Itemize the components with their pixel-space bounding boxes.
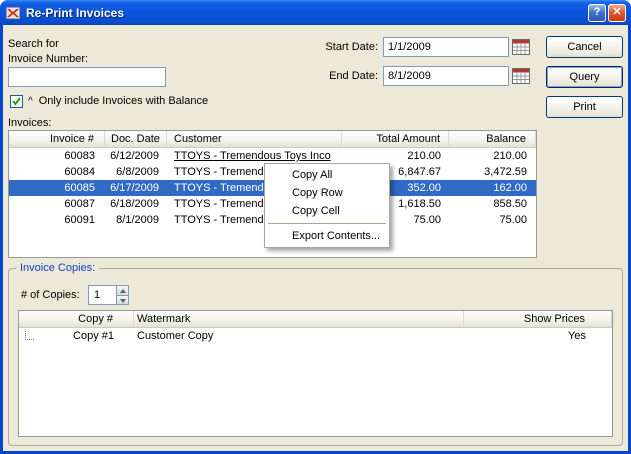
search-for-label: Search for [8,38,59,50]
cell-balance: 210.00 [449,148,536,164]
invoice-copies-group-label: Invoice Copies: [16,262,99,274]
col-copy-number[interactable]: Copy # [19,311,134,327]
start-date-calendar-icon[interactable] [512,39,530,55]
app-icon [5,5,21,21]
menu-item-export-contents[interactable]: Export Contents... [266,227,388,245]
invoice-copies-table: Copy # Watermark Show Prices Copy #1 Cus… [18,310,613,437]
cell-invoice: 60083 [9,148,105,164]
cell-date: 6/8/2009 [105,164,167,180]
window-title: Re-Print Invoices [26,6,586,20]
spin-down-icon[interactable] [116,296,129,306]
col-show-prices[interactable]: Show Prices [464,311,612,327]
cancel-button[interactable]: Cancel [546,36,623,58]
col-invoice-number[interactable]: Invoice # [9,131,105,147]
cell-balance: 858.50 [449,196,536,212]
cell-show-prices: Yes [464,328,612,344]
menu-item-copy-all[interactable]: Copy All [266,166,388,184]
invoice-number-label: Invoice Number: [8,53,88,65]
caret-mark: ^ [28,96,33,107]
cell-balance: 3,472.59 [449,164,536,180]
spin-up-icon[interactable] [116,285,129,296]
end-date-input[interactable] [383,66,509,86]
menu-item-copy-cell[interactable]: Copy Cell [266,202,388,220]
menu-item-copy-row[interactable]: Copy Row [266,184,388,202]
invoice-row[interactable]: 60083 6/12/2009 TTOYS - Tremendous Toys … [9,148,536,164]
cell-date: 8/1/2009 [105,212,167,228]
col-customer[interactable]: Customer [167,131,342,147]
cell-total: 210.00 [342,148,449,164]
invoices-section-label: Invoices: [8,117,51,129]
cell-customer: TTOYS - Tremendous Toys Inco [167,148,342,164]
num-copies-stepper [88,285,129,305]
cell-invoice: 60084 [9,164,105,180]
cell-balance: 162.00 [449,180,536,196]
dialog-body: Search for Invoice Number: Start Date: E… [3,25,628,451]
cell-copy-number: Copy #1 [19,328,134,344]
copies-table-header: Copy # Watermark Show Prices [19,311,612,328]
print-button[interactable]: Print [546,96,623,118]
cell-invoice: 60087 [9,196,105,212]
col-doc-date[interactable]: Doc. Date [105,131,167,147]
menu-separator [268,223,386,224]
end-date-label: End Date: [298,70,378,82]
start-date-input[interactable] [383,37,509,57]
cell-invoice: 60085 [9,180,105,196]
help-button[interactable]: ? [588,4,606,22]
num-copies-input[interactable] [88,285,116,305]
title-bar[interactable]: Re-Print Invoices ? ✕ [0,0,631,25]
context-menu: Copy All Copy Row Copy Cell Export Conte… [264,163,390,248]
invoices-table-header: Invoice # Doc. Date Customer Total Amoun… [9,131,536,148]
cell-date: 6/17/2009 [105,180,167,196]
checkbox-checked-icon[interactable] [10,95,23,108]
col-balance[interactable]: Balance [449,131,536,147]
end-date-calendar-icon[interactable] [512,68,530,84]
cell-watermark: Customer Copy [134,328,464,344]
start-date-label: Start Date: [298,41,378,53]
cell-date: 6/12/2009 [105,148,167,164]
tree-node-connector [25,331,34,340]
cell-date: 6/18/2009 [105,196,167,212]
balance-filter-label: Only include Invoices with Balance [39,95,208,107]
cell-balance: 75.00 [449,212,536,228]
balance-filter-checkbox[interactable]: ^ Only include Invoices with Balance [10,94,208,108]
copy-row[interactable]: Copy #1 Customer Copy Yes [19,328,612,344]
reprint-invoices-window: Re-Print Invoices ? ✕ Search for Invoice… [0,0,631,454]
query-button[interactable]: Query [546,66,623,88]
num-copies-label: # of Copies: [21,289,80,301]
close-button[interactable]: ✕ [608,4,626,22]
col-total-amount[interactable]: Total Amount [342,131,449,147]
cell-invoice: 60091 [9,212,105,228]
col-watermark[interactable]: Watermark [134,311,464,327]
invoice-number-input[interactable] [8,67,166,87]
